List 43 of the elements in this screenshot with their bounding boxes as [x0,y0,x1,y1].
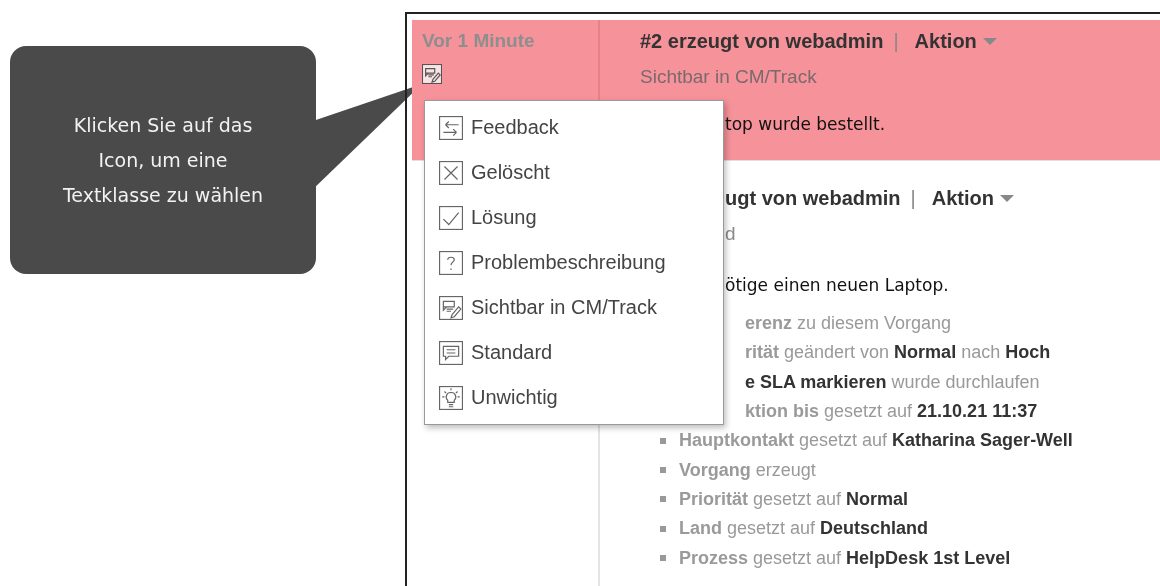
menu-item[interactable]: Standard [439,330,723,375]
history-line: rität geändert von Normal nach Hoch [745,342,1051,364]
question-icon [439,250,463,275]
cross-icon [439,160,463,185]
history-line: Prozess gesetzt auf HelpDesk 1st Level [679,547,1011,569]
entry-header: #2 erzeugt von webadmin [640,29,884,53]
menu-item[interactable]: Sichtbar in CM/Track [439,285,723,330]
speech-bubble-icon [439,340,463,365]
entry-subtitle: d [725,223,737,245]
history-line: Vorgang erzeugt [679,459,816,481]
entry-subtitle: Sichtbar in CM/Track [640,66,818,88]
history-line: erenz zu diesem Vorgang [745,313,952,335]
bullet-icon [660,437,666,444]
menu-item[interactable]: Feedback [439,105,723,150]
checkmark-icon [439,205,463,230]
separator: | [910,186,916,210]
arrows-icon [439,115,463,140]
entry-header: ugt von webadmin [725,186,901,210]
caret-icon [1000,194,1014,202]
entry-text: ötige einen neuen Laptop. [725,275,950,295]
bullet-icon [660,467,666,474]
callout-bubble: Klicken Sie auf das Icon, um eine Textklasse zu wählen [10,46,316,274]
timestamp: Vor 1 Minute [422,30,536,52]
separator: | [893,29,899,53]
history-line: ktion bis gesetzt auf 21.10.21 11:37 [745,401,1038,423]
history-line: Hauptkontakt gesetzt auf Katharina Sager-Well [679,430,1073,452]
bullet-icon [660,555,666,561]
bullet-icon [660,496,666,503]
text-class-icon[interactable] [422,64,442,84]
bullet-icon [660,525,666,532]
menu-item[interactable]: Unwichtig [439,375,723,420]
caret-icon [982,37,997,45]
history-line: Priorität gesetzt auf Normal [679,488,909,510]
entry-text: top wurde bestellt. [725,114,887,134]
note-pen-icon [439,295,463,320]
history-line: e SLA markieren wurde durchlaufen [745,371,1040,393]
action-dropdown[interactable]: Aktion [931,186,1014,210]
action-dropdown[interactable]: Aktion [914,29,997,53]
lightbulb-icon [439,385,463,410]
menu-item[interactable]: Problembeschreibung [439,240,723,285]
menu-item[interactable]: Lösung [439,195,723,240]
history-line: Land gesetzt auf Deutschland [679,518,929,540]
menu-item[interactable]: Gelöscht [439,150,723,195]
